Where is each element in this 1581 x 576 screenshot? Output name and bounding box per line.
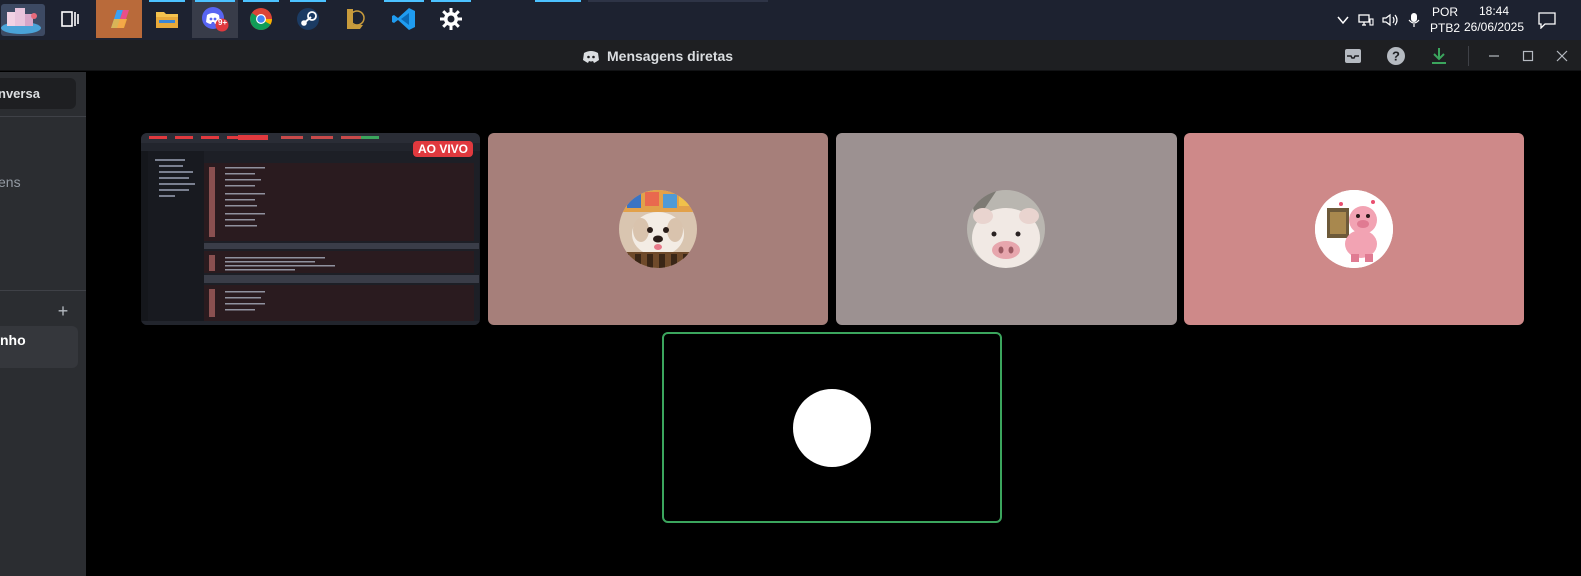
- download-apps-button[interactable]: [1427, 44, 1451, 68]
- dm-item-label: nho: [0, 332, 26, 348]
- language-code: POR: [1431, 5, 1458, 19]
- system-tray: [1336, 0, 1420, 40]
- clock[interactable]: 18:44 26/06/2025: [1463, 3, 1525, 35]
- notification-icon: [1538, 12, 1556, 29]
- participant-tile-speaking[interactable]: [662, 332, 1002, 523]
- close-icon: [1556, 50, 1568, 62]
- taskbar-app-league-of-legends[interactable]: [334, 0, 376, 38]
- running-indicator: [149, 0, 185, 2]
- participant-tile[interactable]: [836, 133, 1177, 325]
- running-indicator: [290, 0, 326, 2]
- download-icon: [1432, 48, 1446, 64]
- taskbar-app-task-view[interactable]: [49, 0, 91, 38]
- inbox-icon: [1345, 49, 1361, 63]
- titlebar-divider: [1468, 46, 1469, 66]
- running-indicator: [588, 0, 768, 2]
- help-icon: ?: [1387, 47, 1405, 65]
- screenshare-preview: [141, 133, 480, 325]
- widgets-icon: [1, 4, 45, 36]
- running-indicator: [243, 0, 279, 2]
- inbox-button[interactable]: [1341, 44, 1365, 68]
- create-dm-button[interactable]: +: [55, 302, 71, 320]
- taskbar-app-file-explorer[interactable]: [146, 0, 188, 38]
- maximize-button[interactable]: [1516, 44, 1540, 68]
- chrome-icon: [250, 8, 272, 30]
- discord-badge: 9+: [218, 18, 228, 27]
- minimize-icon: [1489, 55, 1499, 57]
- taskbar-app-chrome[interactable]: [240, 0, 282, 38]
- window-titlebar: Mensagens diretas ?: [0, 40, 1581, 71]
- pig-avatar-icon: [967, 190, 1045, 268]
- taskbar-app-settings[interactable]: [429, 0, 473, 38]
- steam-icon: [297, 8, 319, 30]
- notifications-button[interactable]: [1538, 0, 1556, 40]
- running-indicator: [195, 0, 235, 2]
- taskbar-app-vscode[interactable]: [382, 0, 426, 38]
- live-badge: AO VIVO: [412, 141, 473, 157]
- keyboard-layout: PTB2: [1429, 21, 1460, 35]
- taskbar-app-discord[interactable]: 9+: [192, 0, 238, 38]
- window-title-text: Mensagens diretas: [607, 48, 734, 64]
- input-language-indicator[interactable]: POR PTB2: [1428, 4, 1462, 36]
- avatar: [967, 190, 1045, 268]
- file-explorer-icon: [156, 12, 178, 28]
- microphone-icon[interactable]: [1408, 12, 1420, 28]
- copilot-icon: [111, 10, 129, 28]
- avatar: [793, 389, 871, 467]
- taskbar-app-widgets[interactable]: [0, 0, 46, 38]
- discord-logo-icon: [583, 50, 599, 63]
- participant-tile[interactable]: [1184, 133, 1524, 325]
- sidebar-item-dm-selected[interactable]: nho: [0, 326, 78, 368]
- screenshare-tile[interactable]: AO VIVO: [141, 133, 480, 325]
- sidebar-item-messages[interactable]: ens: [0, 174, 21, 190]
- taskbar-app-steam[interactable]: [287, 0, 329, 38]
- settings-icon: [440, 8, 462, 30]
- minimize-button[interactable]: [1482, 44, 1506, 68]
- running-indicator: [535, 0, 581, 2]
- network-icon[interactable]: [1358, 13, 1374, 27]
- task-view-icon: [61, 11, 79, 27]
- league-of-legends-icon: [347, 9, 365, 29]
- window-title: Mensagens diretas: [583, 46, 733, 66]
- clock-date: 26/06/2025: [1463, 20, 1525, 34]
- participant-tile[interactable]: [488, 133, 828, 325]
- find-conversation-label: nversa: [0, 86, 40, 101]
- sidebar-divider: [0, 290, 86, 291]
- clock-time: 18:44: [1478, 4, 1510, 18]
- maximize-icon: [1522, 50, 1534, 62]
- help-button[interactable]: ?: [1384, 44, 1408, 68]
- taskbar-app-copilot[interactable]: [96, 0, 142, 38]
- windows-taskbar: 9+ POR PTB2 18:44 26/06/2025: [0, 0, 1581, 40]
- close-button[interactable]: [1552, 44, 1572, 68]
- dog-avatar-icon: [619, 190, 697, 268]
- avatar: [619, 190, 697, 268]
- avatar: [1315, 190, 1393, 268]
- vscode-icon: [392, 8, 415, 30]
- cartoon-pig-avatar-icon: [1315, 190, 1393, 268]
- dm-sidebar: nversa ens + nho: [0, 72, 86, 576]
- svg-text:?: ?: [1392, 49, 1400, 64]
- chevron-up-icon[interactable]: [1336, 13, 1350, 27]
- sidebar-divider: [0, 116, 86, 117]
- find-conversation-button[interactable]: nversa: [0, 78, 76, 109]
- volume-icon[interactable]: [1382, 13, 1400, 27]
